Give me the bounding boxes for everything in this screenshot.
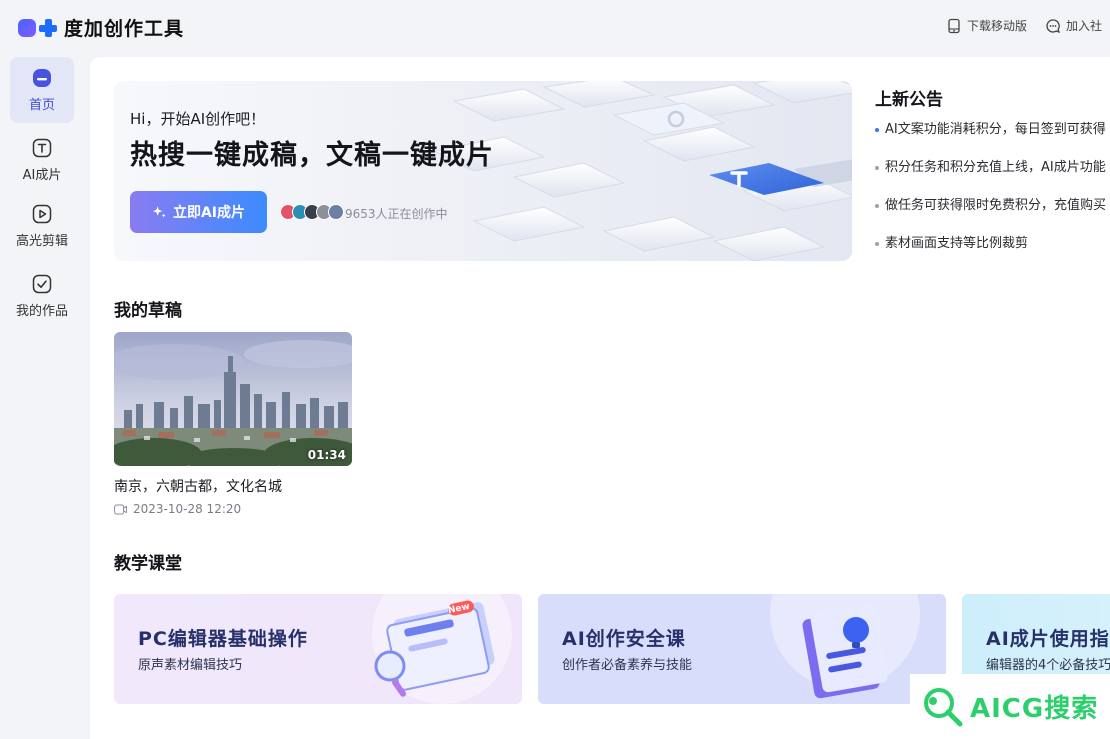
sidebar-item-home[interactable]: 首页 <box>10 57 74 123</box>
courses-section-title: 教学课堂 <box>114 554 182 574</box>
download-mobile-button[interactable]: 下载移动版 <box>946 17 1027 34</box>
course-title: AI成片使用指南 <box>986 628 1110 650</box>
main-panel: Hi，开始AI创作吧！ 热搜一键成稿，文稿一键成片 立即AI成片 9653人正在… <box>90 57 1110 739</box>
sparkle-icon <box>152 205 166 218</box>
course-card-pc-editor[interactable]: New PC编辑器基础操作 原声素材编辑技巧 <box>114 594 522 704</box>
course-subtitle: 编辑器的4个必备技巧 <box>986 658 1110 673</box>
checkbox-icon <box>32 274 52 293</box>
announcement-item[interactable]: AI文案功能消耗积分，每日签到可获得 <box>875 120 1110 158</box>
sidebar: 首页 AI成片 高光剪辑 我的作品 <box>0 57 84 739</box>
text-t-icon <box>32 138 52 157</box>
start-ai-video-button[interactable]: 立即AI成片 <box>130 191 267 233</box>
city-skyline-image <box>114 332 352 466</box>
aicg-watermark: AICG搜索 <box>910 674 1110 739</box>
home-icon <box>33 68 51 87</box>
announcement-item[interactable]: 做任务可获得限时免费积分，充值购买 <box>875 196 1110 234</box>
course-card-ai-safety[interactable]: AI创作安全课 创作者必备素养与技能 <box>538 594 946 704</box>
draft-date-row: 2023-10-28 12:20 <box>114 502 352 516</box>
join-community-button[interactable]: 加入社 <box>1045 17 1102 34</box>
course-subtitle: 创作者必备素养与技能 <box>562 658 693 673</box>
draft-date: 2023-10-28 12:20 <box>133 502 242 516</box>
magnifier-logo-icon <box>924 687 963 726</box>
app-name: 度加创作工具 <box>64 18 185 40</box>
announcement-panel: 上新公告 AI文案功能消耗积分，每日签到可获得 积分任务和积分充值上线，AI成片… <box>875 81 1110 272</box>
sidebar-item-label: AI成片 <box>22 167 62 183</box>
start-ai-video-label: 立即AI成片 <box>172 205 246 221</box>
chat-bubble-icon <box>1046 18 1061 33</box>
join-community-label: 加入社 <box>1066 19 1103 33</box>
video-camera-icon <box>114 504 127 514</box>
watermark-text: AICG搜索 <box>970 694 1099 724</box>
banner-title: 热搜一键成稿，文稿一键成片 <box>130 140 494 171</box>
draft-thumbnail[interactable]: 01:34 <box>114 332 352 466</box>
announcement-item[interactable]: 素材画面支持等比例裁剪 <box>875 234 1110 272</box>
download-mobile-label: 下载移动版 <box>967 19 1028 33</box>
draft-card[interactable]: 01:34 南京，六朝古都，文化名城 2023-10-28 12:20 <box>114 332 352 516</box>
sidebar-item-label: 我的作品 <box>15 303 68 319</box>
app-logo[interactable]: 度加创作工具 <box>18 14 184 41</box>
sidebar-item-ai-video[interactable]: AI成片 <box>10 127 74 193</box>
course-title: PC编辑器基础操作 <box>138 628 308 650</box>
sidebar-item-label: 首页 <box>28 97 55 113</box>
creating-count: 9653人正在创作中 <box>345 207 448 221</box>
logo-mark-icon <box>18 16 58 40</box>
announcement-title: 上新公告 <box>875 90 943 110</box>
course-subtitle: 原声素材编辑技巧 <box>138 658 243 673</box>
banner-greeting: Hi，开始AI创作吧！ <box>130 110 266 128</box>
sidebar-item-my-works[interactable]: 我的作品 <box>10 263 74 329</box>
course-title: AI创作安全课 <box>562 628 686 650</box>
sidebar-item-label: 高光剪辑 <box>15 233 68 249</box>
draft-title: 南京，六朝古都，文化名城 <box>114 479 282 495</box>
video-duration: 01:34 <box>307 448 346 462</box>
phone-icon <box>948 18 960 33</box>
drafts-section-title: 我的草稿 <box>114 301 182 321</box>
top-bar: 度加创作工具 下载移动版 加入社 <box>0 0 1110 57</box>
hero-banner: Hi，开始AI创作吧！ 热搜一键成稿，文稿一键成片 立即AI成片 9653人正在… <box>114 81 852 261</box>
creator-avatars <box>280 204 344 220</box>
editor-window-illustration <box>372 594 512 704</box>
sidebar-item-highlight-clip[interactable]: 高光剪辑 <box>10 193 74 259</box>
announcement-item[interactable]: 积分任务和积分充值上线，AI成片功能 <box>875 158 1110 196</box>
avatar <box>328 204 344 220</box>
play-icon <box>32 204 52 223</box>
